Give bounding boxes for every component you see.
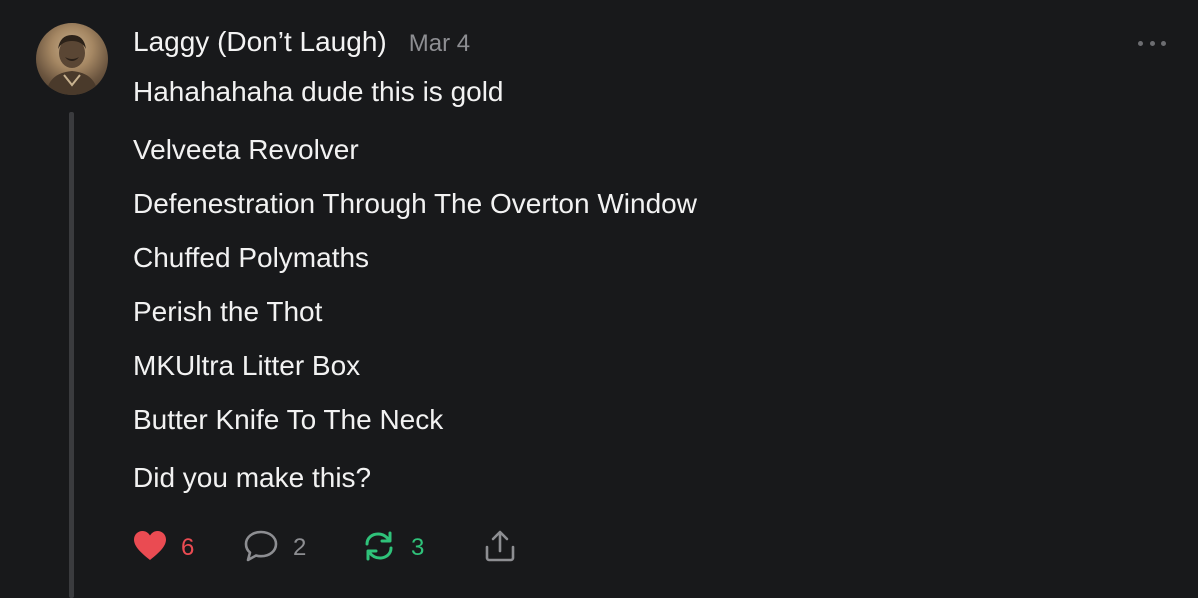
comment-text-line: Butter Knife To The Neck — [133, 404, 444, 435]
comment-text-line: Velveeta Revolver — [133, 134, 359, 165]
share-icon — [483, 529, 517, 568]
action-bar: 6 2 3 — [133, 528, 517, 568]
comment-card: Laggy (Don’t Laugh) Mar 4 Hahahahaha dud… — [0, 0, 1198, 598]
comment-text-line: Chuffed Polymaths — [133, 242, 370, 273]
author-name[interactable]: Laggy (Don’t Laugh) — [133, 26, 387, 58]
avatar[interactable] — [36, 23, 108, 95]
restack-icon — [361, 529, 397, 568]
comment-text-line: MKUltra Litter Box — [133, 350, 361, 381]
heart-icon — [133, 530, 167, 567]
comment-date[interactable]: Mar 4 — [409, 30, 470, 58]
comment-header: Laggy (Don’t Laugh) Mar 4 — [133, 26, 470, 58]
restack-button[interactable]: 3 — [361, 529, 483, 568]
thread-line — [69, 112, 74, 598]
comment-text-line: Did you make this? — [133, 462, 372, 493]
comment-text-line: Hahahahaha dude this is gold — [133, 76, 504, 107]
like-button[interactable]: 6 — [133, 530, 243, 567]
comment-count: 2 — [293, 534, 307, 561]
more-options-icon[interactable] — [1138, 34, 1166, 52]
restack-count: 3 — [411, 534, 425, 561]
comment-bubble-icon — [243, 529, 279, 568]
comment-button[interactable]: 2 — [243, 529, 361, 568]
like-count: 6 — [181, 534, 195, 561]
comment-text-line: Defenestration Through The Overton Windo… — [133, 188, 697, 219]
comment-text-line: Perish the Thot — [133, 296, 323, 327]
share-button[interactable] — [483, 529, 517, 568]
